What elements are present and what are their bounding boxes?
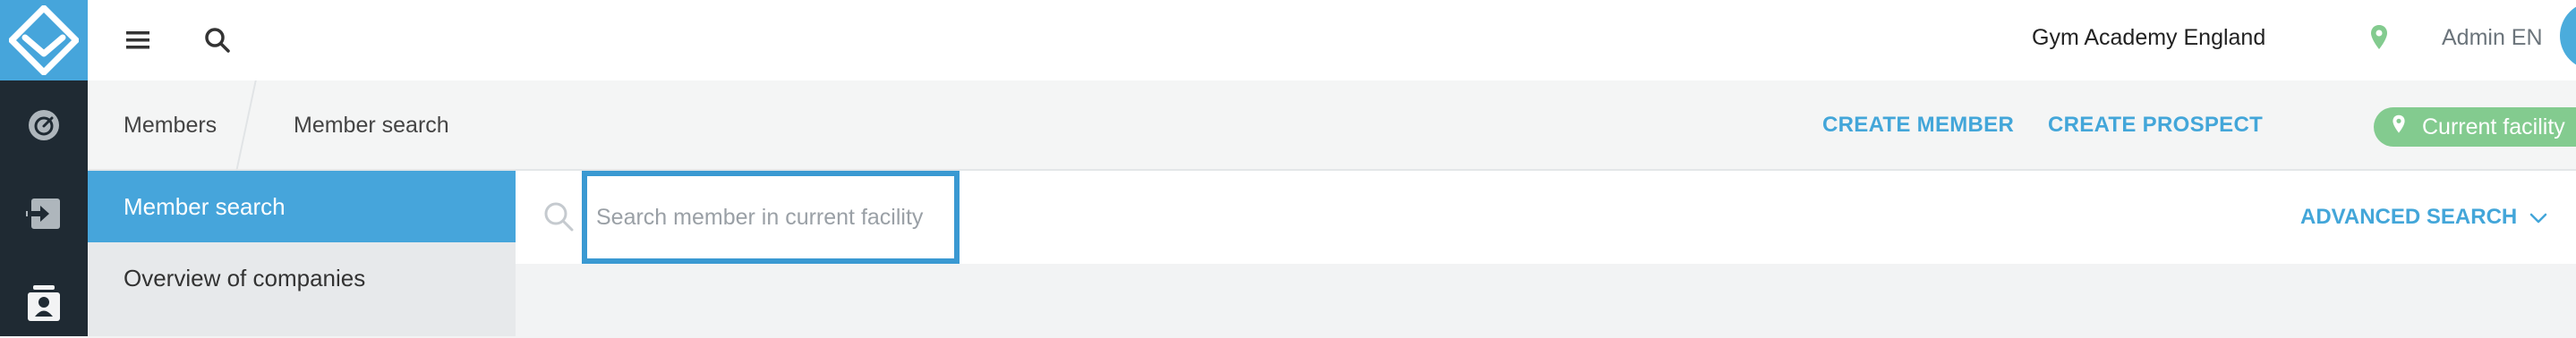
search-row: ADVANCED SEARCH — [516, 171, 2576, 264]
create-prospect-button[interactable]: CREATE PROSPECT — [2048, 113, 2263, 138]
sidebar-item-overview-of-companies[interactable]: Overview of companies — [88, 242, 516, 314]
facility-selector-label: Current facility — [2422, 114, 2565, 139]
location-pin-icon — [2392, 114, 2406, 140]
search-input[interactable] — [596, 204, 954, 231]
breadcrumb-member-search: Member search — [294, 113, 449, 138]
search-icon[interactable] — [196, 19, 239, 62]
top-bar: Gym Academy England Admin EN AE — [88, 0, 2576, 80]
breadcrumb-members[interactable]: Members — [124, 113, 217, 139]
location-pin-icon — [2370, 24, 2388, 55]
sidebar-item-member-search[interactable]: Member search — [88, 171, 516, 242]
check-in-icon[interactable] — [0, 179, 88, 249]
breadcrumb-separator — [235, 80, 257, 171]
chevron-down-icon — [2529, 205, 2547, 230]
sidebar-item-label: Overview of companies — [124, 264, 366, 292]
brand-logo-icon[interactable] — [0, 0, 88, 80]
create-member-button[interactable]: CREATE MEMBER — [1822, 113, 2014, 138]
avatar[interactable]: AE — [2560, 2, 2576, 70]
advanced-search-label: ADVANCED SEARCH — [2300, 205, 2518, 229]
left-icon-rail — [0, 0, 88, 336]
side-navigation: Member search Overview of companies — [88, 171, 516, 336]
gym-name[interactable]: Gym Academy England — [2032, 25, 2265, 51]
members-card-icon[interactable] — [0, 268, 88, 338]
dashboard-gauge-icon[interactable] — [0, 90, 88, 160]
search-icon — [542, 200, 575, 237]
breadcrumb-bar: Members Member search CREATE MEMBER CREA… — [88, 80, 2576, 171]
sidebar-item-label: Member search — [124, 192, 286, 220]
advanced-search-button[interactable]: ADVANCED SEARCH — [2300, 205, 2547, 230]
user-name[interactable]: Admin EN — [2442, 25, 2543, 51]
facility-selector-button[interactable]: Current facility — [2374, 107, 2576, 147]
hamburger-menu-icon[interactable] — [116, 19, 159, 62]
search-field-focus — [582, 171, 960, 264]
